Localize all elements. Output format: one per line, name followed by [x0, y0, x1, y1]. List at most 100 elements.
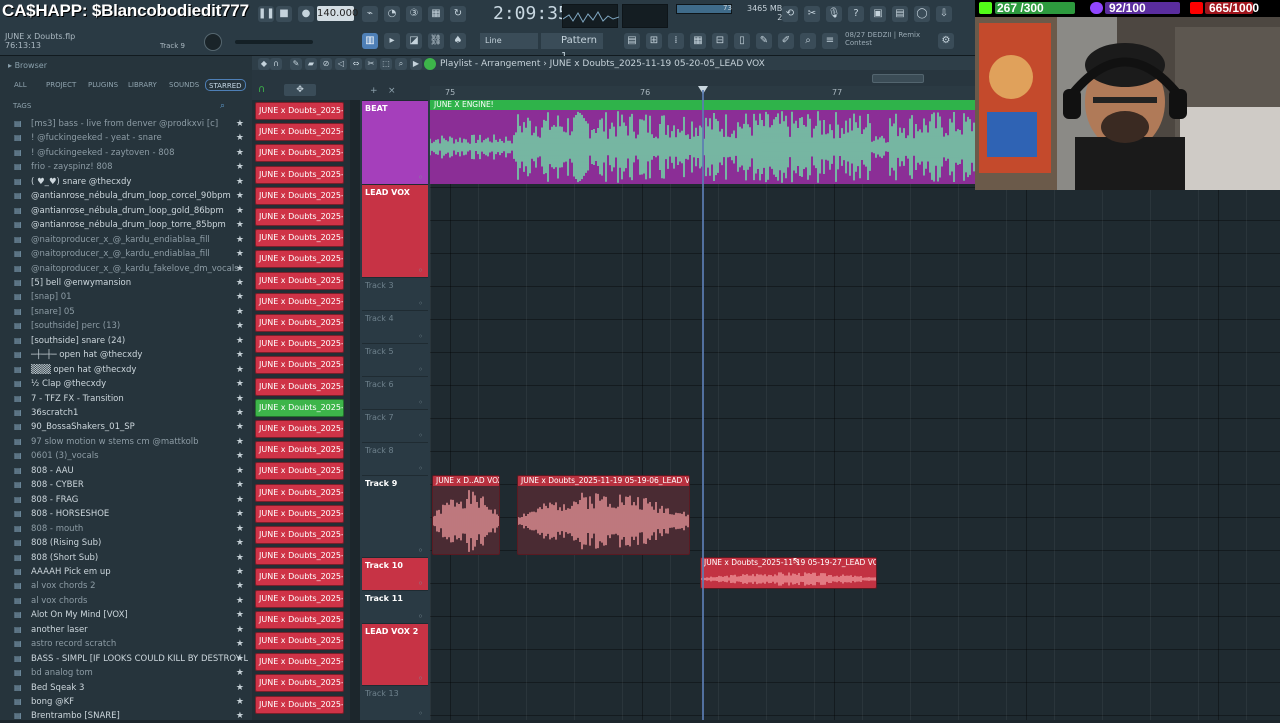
track-header[interactable]: Track 7 ◦ — [362, 409, 428, 442]
track-enable-icon[interactable]: ◦ — [418, 332, 423, 341]
star-icon[interactable]: ★ — [236, 435, 244, 449]
browser-item[interactable]: ▤ astro record scratch ★ — [2, 637, 248, 651]
master-volume-knob[interactable] — [204, 33, 222, 51]
star-icon[interactable]: ★ — [236, 160, 244, 174]
stop-button[interactable]: ■ — [276, 6, 292, 22]
track-enable-icon[interactable]: ◦ — [418, 612, 423, 621]
settings-icon[interactable]: ⚙ — [938, 33, 954, 49]
clip-list-item[interactable]: JUNE x Doubts_2025-11-... — [255, 356, 344, 375]
download-icon[interactable]: ⇩ — [936, 6, 952, 22]
select-tool-icon[interactable]: ⬚ — [380, 58, 392, 70]
clip-list-item[interactable]: JUNE x Doubts_2025-11-... — [255, 271, 344, 290]
star-icon[interactable]: ★ — [236, 290, 244, 304]
paint-tool-icon[interactable]: ▰ — [305, 58, 317, 70]
star-icon[interactable]: ★ — [236, 406, 244, 420]
track-header[interactable]: Track 4 ◦ — [362, 310, 428, 343]
browser-item[interactable]: ▤ 808 - FRAG ★ — [2, 493, 248, 507]
browser-item[interactable]: ▤ @naitoproducer_x_@_kardu_endiablaa_fill… — [2, 247, 248, 261]
playlist-mode-icon[interactable]: ▥ — [362, 33, 378, 49]
add-icon[interactable]: + — [370, 86, 378, 96]
save-icon[interactable]: ▣ — [870, 6, 886, 22]
browser-tab-library[interactable]: LIBRARY — [128, 79, 157, 91]
horizontal-scrollbar[interactable] — [872, 74, 924, 83]
piano-roll-icon[interactable]: ⁞ — [668, 33, 684, 49]
star-icon[interactable]: ★ — [236, 305, 244, 319]
star-icon[interactable]: ★ — [236, 478, 244, 492]
chat-icon[interactable]: ◯ — [914, 6, 930, 22]
browser-item[interactable]: ▤ @antianrose_nébula_drum_loop_corcel_90b… — [2, 189, 248, 203]
step-icon[interactable]: ▦ — [428, 6, 444, 22]
clip-list-item[interactable]: JUNE x Doubts_2025-11-... — [255, 610, 344, 629]
clip-list-item[interactable]: JUNE x Doubts_2025-11-... — [255, 526, 344, 544]
browser-item[interactable]: ▤ [ms3] bass - live from denver @prodkxvi… — [2, 117, 248, 131]
mixer-icon[interactable]: ▤ — [624, 33, 640, 49]
track-header[interactable]: LEAD VOX 2 ◦ — [362, 623, 428, 685]
clip-list-item[interactable]: JUNE x Doubts_2025-11-... — [255, 547, 344, 566]
master-pitch-slider[interactable] — [235, 40, 313, 44]
track-header[interactable]: Track 5 ◦ — [362, 343, 428, 376]
browser-item[interactable]: ▤ BASS - SIMPL [IF LOOKS COULD KILL BY DE… — [2, 652, 248, 666]
clip-list-item[interactable]: JUNE x Doubts_2025-11-... — [255, 292, 344, 311]
browser-tab-sounds[interactable]: SOUNDS — [169, 79, 199, 91]
browser-tab-all[interactable]: ALL — [14, 79, 27, 91]
browser-item[interactable]: ▤ ½ Clap @thecxdy ★ — [2, 377, 248, 391]
undo-icon[interactable]: ⟲ — [782, 6, 798, 22]
plugin-icon[interactable]: ▤ — [892, 6, 908, 22]
track-enable-icon[interactable]: ◦ — [418, 464, 423, 473]
track-header[interactable]: Track 6 ◦ — [362, 376, 428, 409]
track-header[interactable]: LEAD VOX ◦ — [362, 184, 428, 277]
track-enable-icon[interactable]: ◦ — [418, 431, 423, 440]
bars-icon[interactable]: ≡ — [822, 33, 838, 49]
countdown-icon[interactable]: ③ — [406, 6, 422, 22]
vox-clip-3[interactable]: JUNE x Doubts_2025-11-19 05-19-27_LEAD V… — [700, 557, 877, 589]
star-icon[interactable]: ★ — [236, 464, 244, 478]
browser-item[interactable]: ▤ 808 (Rising Sub) ★ — [2, 536, 248, 550]
browser-item[interactable]: ▤ ─┼─┼─ open hat @thecxdy ★ — [2, 348, 248, 362]
clip-list-item[interactable]: JUNE x Doubts_2025-11-... — [255, 632, 344, 650]
star-icon[interactable]: ★ — [236, 608, 244, 622]
star-icon[interactable]: ★ — [236, 522, 244, 536]
star-icon[interactable]: ★ — [236, 652, 244, 666]
browser-item[interactable]: ▤ al vox chords 2 ★ — [2, 579, 248, 593]
star-icon[interactable]: ★ — [236, 377, 244, 391]
track-header[interactable]: Track 10 ◦ — [362, 557, 428, 590]
star-icon[interactable]: ★ — [236, 247, 244, 261]
plugin-picker-icon[interactable]: ⊟ — [712, 33, 728, 49]
record-button[interactable]: ● — [298, 6, 314, 22]
arrange-move-icon[interactable]: ✥ — [284, 84, 316, 96]
delete-tool-icon[interactable]: ⊘ — [320, 58, 332, 70]
pattern-select[interactable]: Pattern 1 — [541, 33, 603, 62]
track-enable-icon[interactable]: ◦ — [418, 546, 423, 555]
track-enable-icon[interactable]: ◦ — [418, 173, 423, 182]
browser-item[interactable]: ▤ bong @KF ★ — [2, 695, 248, 709]
clip-list-item[interactable]: JUNE x Doubts_2025-11-... — [255, 674, 344, 693]
browser-item[interactable]: ▤ 808 - HORSESHOE ★ — [2, 507, 248, 521]
clip-list-item[interactable]: JUNE x Doubts_2025-11-... — [255, 144, 344, 163]
star-icon[interactable]: ★ — [236, 449, 244, 463]
clip-list-item[interactable]: JUNE x Doubts_2025-11-... — [255, 102, 344, 120]
clip-list-item[interactable]: JUNE x Doubts_2025-11-... — [255, 695, 344, 714]
clip-list-item[interactable]: JUNE x Doubts_2025-11-... — [255, 186, 344, 205]
star-icon[interactable]: ★ — [236, 493, 244, 507]
browser-item[interactable]: ▤ AAAAH Pick em up ★ — [2, 565, 248, 579]
star-icon[interactable]: ★ — [236, 666, 244, 680]
star-icon[interactable]: ★ — [236, 507, 244, 521]
star-icon[interactable]: ★ — [236, 420, 244, 434]
browser-item[interactable]: ▤ [southside] perc (13) ★ — [2, 319, 248, 333]
star-icon[interactable]: ★ — [236, 348, 244, 362]
snap-select[interactable]: Line — [480, 33, 538, 49]
star-icon[interactable]: ★ — [236, 565, 244, 579]
clip-list-item[interactable]: JUNE x Doubts_2025-11-... — [255, 653, 344, 672]
star-icon[interactable]: ★ — [236, 131, 244, 145]
browser-item[interactable]: ▤ Alot On My Mind [VOX] ★ — [2, 608, 248, 622]
clip-list-item[interactable]: JUNE x Doubts_2025-11-... — [255, 420, 344, 438]
search-icon[interactable]: ⌕ — [220, 101, 242, 111]
link-icon[interactable]: ⛓ — [428, 33, 444, 49]
clip-list-item[interactable]: JUNE x Doubts_2025-11-... — [255, 123, 344, 142]
clip-list-item[interactable]: JUNE x Doubts_2025-11-... — [255, 483, 344, 502]
browser-tab-starred[interactable]: STARRED — [205, 79, 246, 91]
clip-list-item[interactable]: JUNE x Doubts_2025-11-... — [255, 589, 344, 608]
browser-item[interactable]: ▤ @naitoproducer_x_@_kardu_endiablaa_fill… — [2, 233, 248, 247]
browser-item[interactable]: ▤ 808 - CYBER ★ — [2, 478, 248, 492]
track-enable-icon[interactable]: ◦ — [418, 709, 423, 718]
